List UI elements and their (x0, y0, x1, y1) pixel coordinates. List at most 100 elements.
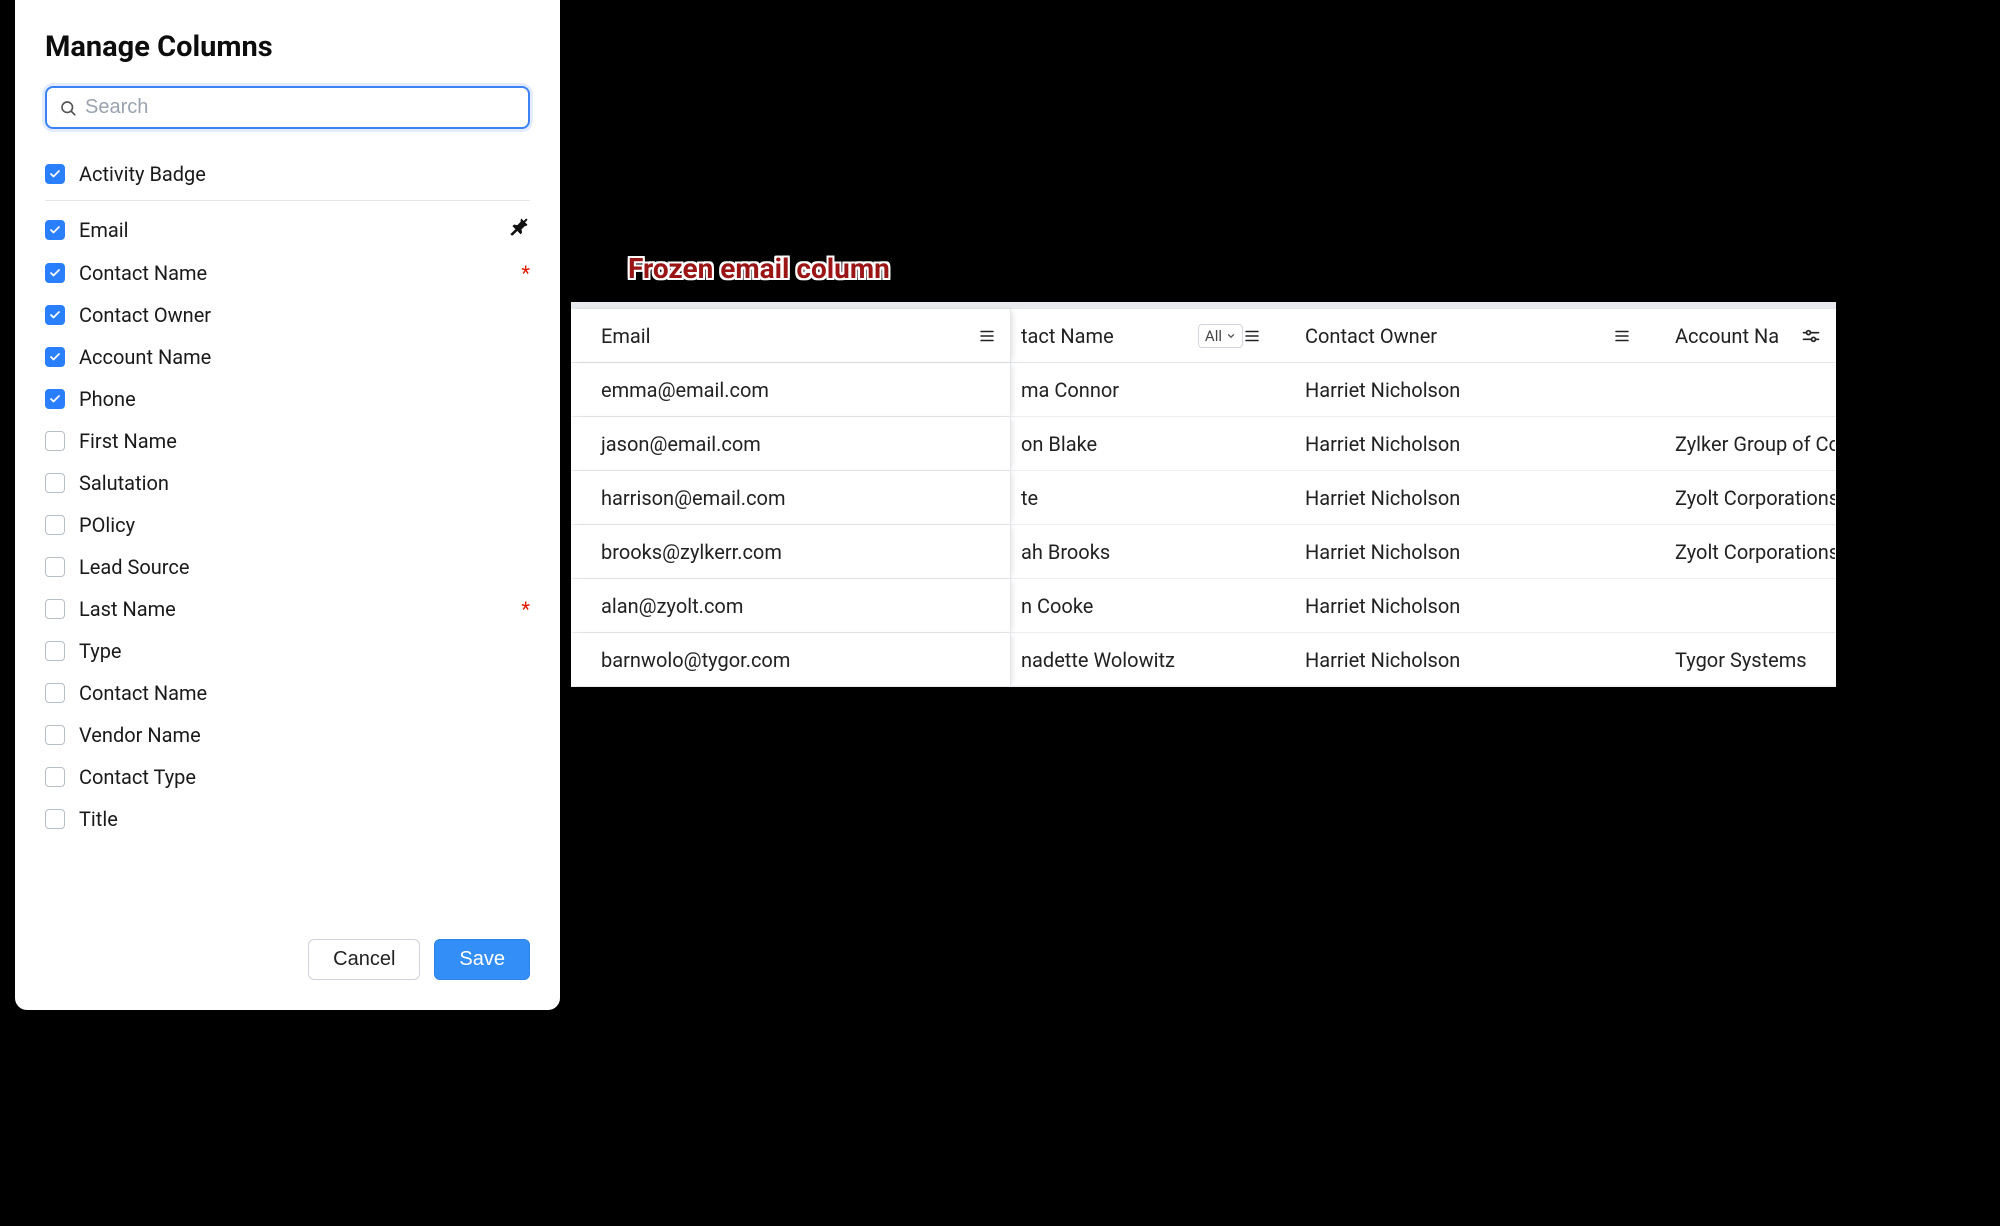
column-header-label: Account Na (1675, 324, 1801, 348)
cell-account-name: Zylker Group of Co (1645, 417, 1835, 470)
column-option-label: Email (79, 218, 508, 242)
cell-contact-name: te (1011, 471, 1275, 524)
column-option[interactable]: Type (45, 630, 530, 672)
cell-contact-owner: Harriet Nicholson (1275, 579, 1645, 632)
column-option-label: First Name (79, 429, 530, 453)
table-header-row: Email tact Name All Contact Owner Accoun… (571, 309, 1836, 363)
column-option-label: Title (79, 807, 530, 831)
checkbox[interactable] (45, 599, 65, 619)
cell-account-name (1645, 579, 1835, 632)
cell-contact-name: on Blake (1011, 417, 1275, 470)
column-menu-icon[interactable] (978, 327, 996, 345)
filter-pill-label: All (1205, 327, 1222, 345)
cell-contact-owner: Harriet Nicholson (1275, 471, 1645, 524)
column-header-account-name[interactable]: Account Na (1645, 309, 1835, 362)
column-option[interactable]: POlicy (45, 504, 530, 546)
column-option-label: Salutation (79, 471, 530, 495)
contacts-table: Email tact Name All Contact Owner Accoun… (571, 308, 1836, 687)
column-menu-icon[interactable] (1613, 327, 1631, 345)
cell-email: alan@zyolt.com (571, 579, 1011, 632)
column-header-label: Contact Owner (1305, 324, 1613, 348)
chevron-down-icon (1226, 331, 1236, 341)
cell-contact-name: nadette Wolowitz (1011, 633, 1275, 686)
column-option-label: Last Name (79, 597, 517, 621)
column-option[interactable]: Account Name (45, 336, 530, 378)
cell-account-name: Tygor Systems (1645, 633, 1835, 686)
cell-contact-owner: Harriet Nicholson (1275, 363, 1645, 416)
contacts-table-region: Email tact Name All Contact Owner Accoun… (571, 302, 1836, 687)
column-option-label: Contact Owner (79, 303, 530, 327)
column-option-label: Type (79, 639, 530, 663)
checkbox[interactable] (45, 431, 65, 451)
search-icon (59, 99, 77, 117)
table-row[interactable]: jason@email.comon BlakeHarriet Nicholson… (571, 417, 1836, 471)
annotation-frozen-email: Frozen email column (628, 252, 890, 285)
save-button[interactable]: Save (434, 939, 530, 980)
cell-contact-name: ah Brooks (1011, 525, 1275, 578)
column-option[interactable]: First Name (45, 420, 530, 462)
cell-email: emma@email.com (571, 363, 1011, 416)
checkbox[interactable] (45, 164, 65, 184)
column-option[interactable]: Lead Source (45, 546, 530, 588)
column-option-label: Contact Name (79, 261, 517, 285)
filter-pill-all[interactable]: All (1198, 324, 1243, 348)
cell-contact-owner: Harriet Nicholson (1275, 525, 1645, 578)
checkbox[interactable] (45, 515, 65, 535)
unpin-icon[interactable] (508, 216, 530, 243)
table-row[interactable]: brooks@zylkerr.comah BrooksHarriet Nicho… (571, 525, 1836, 579)
column-option[interactable]: Vendor Name (45, 714, 530, 756)
column-option-label: POlicy (79, 513, 530, 537)
cell-account-name (1645, 363, 1835, 416)
checkbox[interactable] (45, 220, 65, 240)
column-option[interactable]: Contact Name* (45, 252, 530, 294)
checkbox[interactable] (45, 473, 65, 493)
required-indicator: * (521, 597, 530, 621)
panel-title: Manage Columns (45, 30, 530, 64)
column-header-contact-name[interactable]: tact Name All (1011, 309, 1275, 362)
checkbox[interactable] (45, 347, 65, 367)
cell-email: harrison@email.com (571, 471, 1011, 524)
column-option-label: Phone (79, 387, 530, 411)
checkbox[interactable] (45, 263, 65, 283)
column-option[interactable]: Last Name* (45, 588, 530, 630)
column-header-email[interactable]: Email (571, 309, 1011, 362)
checkbox[interactable] (45, 641, 65, 661)
column-option-label: Vendor Name (79, 723, 530, 747)
column-option[interactable]: Salutation (45, 462, 530, 504)
column-option[interactable]: Phone (45, 378, 530, 420)
column-option-label: Contact Name (79, 681, 530, 705)
column-option-label: Lead Source (79, 555, 530, 579)
checkbox[interactable] (45, 809, 65, 829)
cell-email: jason@email.com (571, 417, 1011, 470)
table-row[interactable]: emma@email.comma ConnorHarriet Nicholson (571, 363, 1836, 417)
checkbox[interactable] (45, 683, 65, 703)
search-input[interactable] (85, 96, 516, 119)
cell-email: barnwolo@tygor.com (571, 633, 1011, 686)
settings-toggle-icon[interactable] (1801, 326, 1821, 346)
cell-account-name: Zyolt Corporations (1645, 525, 1835, 578)
cell-account-name: Zyolt Corporations (1645, 471, 1835, 524)
checkbox[interactable] (45, 557, 65, 577)
column-option[interactable]: Email (45, 207, 530, 252)
column-option-label: Account Name (79, 345, 530, 369)
table-body: emma@email.comma ConnorHarriet Nicholson… (571, 363, 1836, 687)
checkbox[interactable] (45, 305, 65, 325)
columns-list: Activity BadgeEmailContact Name*Contact … (45, 153, 530, 840)
cancel-button[interactable]: Cancel (308, 939, 420, 980)
table-row[interactable]: harrison@email.comteHarriet NicholsonZyo… (571, 471, 1836, 525)
required-indicator: * (521, 261, 530, 285)
column-option[interactable]: Title (45, 798, 530, 840)
column-header-contact-owner[interactable]: Contact Owner (1275, 309, 1645, 362)
column-option[interactable]: Activity Badge (45, 153, 530, 201)
checkbox[interactable] (45, 389, 65, 409)
search-field-wrap[interactable] (45, 86, 530, 129)
column-option[interactable]: Contact Name (45, 672, 530, 714)
checkbox[interactable] (45, 725, 65, 745)
column-option[interactable]: Contact Owner (45, 294, 530, 336)
table-row[interactable]: alan@zyolt.comn CookeHarriet Nicholson (571, 579, 1836, 633)
column-option[interactable]: Contact Type (45, 756, 530, 798)
checkbox[interactable] (45, 767, 65, 787)
table-row[interactable]: barnwolo@tygor.comnadette WolowitzHarrie… (571, 633, 1836, 687)
column-menu-icon[interactable] (1243, 327, 1261, 345)
cell-email: brooks@zylkerr.com (571, 525, 1011, 578)
